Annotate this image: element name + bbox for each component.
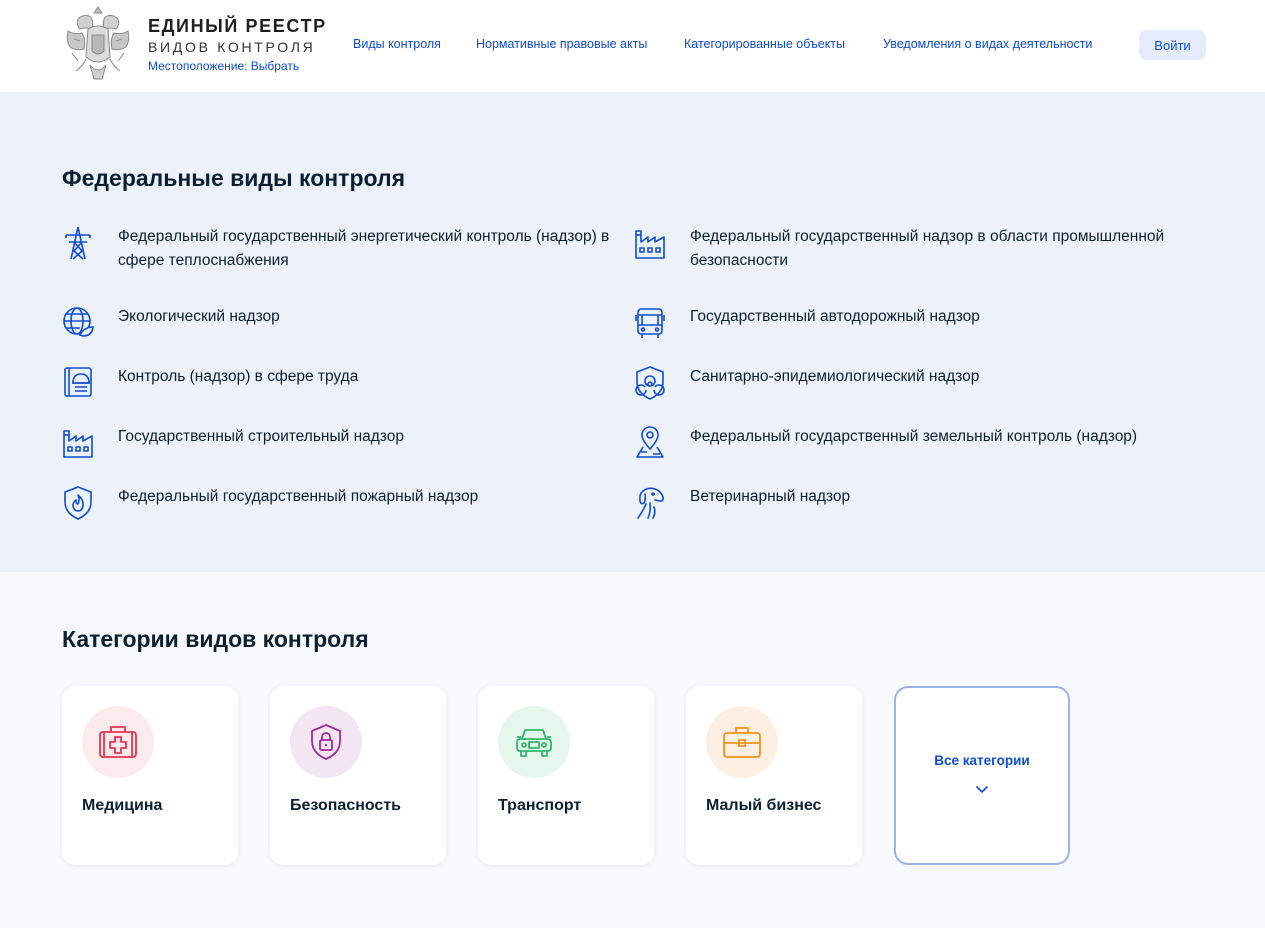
federal-section-title: Федеральные виды контроля — [62, 165, 406, 191]
briefcase-icon — [723, 727, 761, 758]
site-header: ЕДИНЫЙ РЕЕСТР ВИДОВ КОНТРОЛЯ Местоположе… — [0, 0, 1265, 92]
nav-legal-acts[interactable]: Нормативные правовые акты — [476, 37, 647, 51]
factory-icon — [635, 230, 665, 259]
category-card-medicine[interactable]: Медицина — [62, 686, 238, 865]
category-icon-circle — [706, 706, 778, 778]
brand-subtitle: ВИДОВ КОНТРОЛЯ — [148, 39, 316, 55]
fed-item-label: Контроль (надзор) в сфере труда — [118, 368, 359, 385]
federal-section: Федеральные виды контроля Федеральный го… — [0, 92, 1265, 572]
dog-icon — [637, 487, 664, 519]
category-icon-circle — [290, 706, 362, 778]
category-label: Транспорт — [498, 797, 582, 814]
login-button[interactable]: Войти — [1139, 30, 1206, 60]
car-icon — [516, 729, 552, 757]
chevron-down-icon — [976, 786, 988, 793]
fed-item-label: Федеральный государственный пожарный над… — [118, 488, 479, 505]
medkit-icon — [99, 726, 137, 758]
coat-of-arms-logo[interactable] — [64, 5, 132, 85]
all-categories-label: Все категории — [934, 753, 1030, 768]
fed-item-label: Экологический надзор — [118, 308, 280, 325]
fire-shield-icon — [64, 486, 92, 520]
biohazard-shield-icon — [635, 366, 665, 400]
fed-item-label: Санитарно-эпидемиологический надзор — [690, 368, 980, 385]
brand-title: ЕДИНЫЙ РЕЕСТР — [148, 16, 327, 36]
lock-shield-icon — [311, 724, 341, 760]
fed-item-label: Государственный автодорожный надзор — [690, 308, 980, 325]
fed-item-label: Ветеринарный надзор — [690, 488, 851, 505]
power-tower-icon — [65, 226, 91, 260]
nav-control-types[interactable]: Виды контроля — [353, 37, 441, 51]
map-pin-icon — [636, 426, 664, 458]
nav-activity-notifications[interactable]: Уведомления о видах деятельности — [883, 37, 1092, 51]
category-label: Малый бизнес — [706, 797, 822, 814]
fed-item-label: Федеральный государственный земельный ко… — [690, 428, 1138, 445]
category-icon-circle — [498, 706, 570, 778]
category-card-small-business[interactable]: Малый бизнес — [686, 686, 862, 865]
category-label: Безопасность — [290, 797, 401, 814]
fed-item-label: Федеральный государственный энергетическ… — [118, 228, 610, 269]
category-card-transport[interactable]: Транспорт — [478, 686, 654, 865]
category-icon-circle — [82, 706, 154, 778]
fed-item-label: Федеральный государственный надзор в обл… — [690, 228, 1165, 269]
factory-icon — [63, 430, 93, 458]
fed-item-label: Государственный строительный надзор — [118, 428, 404, 445]
category-label: Медицина — [82, 797, 163, 814]
location-selector[interactable]: Местоположение: Выбрать — [148, 59, 299, 73]
nav-categorized-objects[interactable]: Категорированные объекты — [684, 37, 845, 51]
eco-globe-icon — [63, 307, 94, 337]
category-card-security[interactable]: Безопасность — [270, 686, 446, 865]
all-categories-button[interactable]: Все категории — [894, 686, 1070, 865]
worker-helmet-icon — [64, 367, 92, 397]
categories-section-title: Категории видов контроля — [62, 626, 369, 652]
bus-icon — [635, 308, 665, 338]
